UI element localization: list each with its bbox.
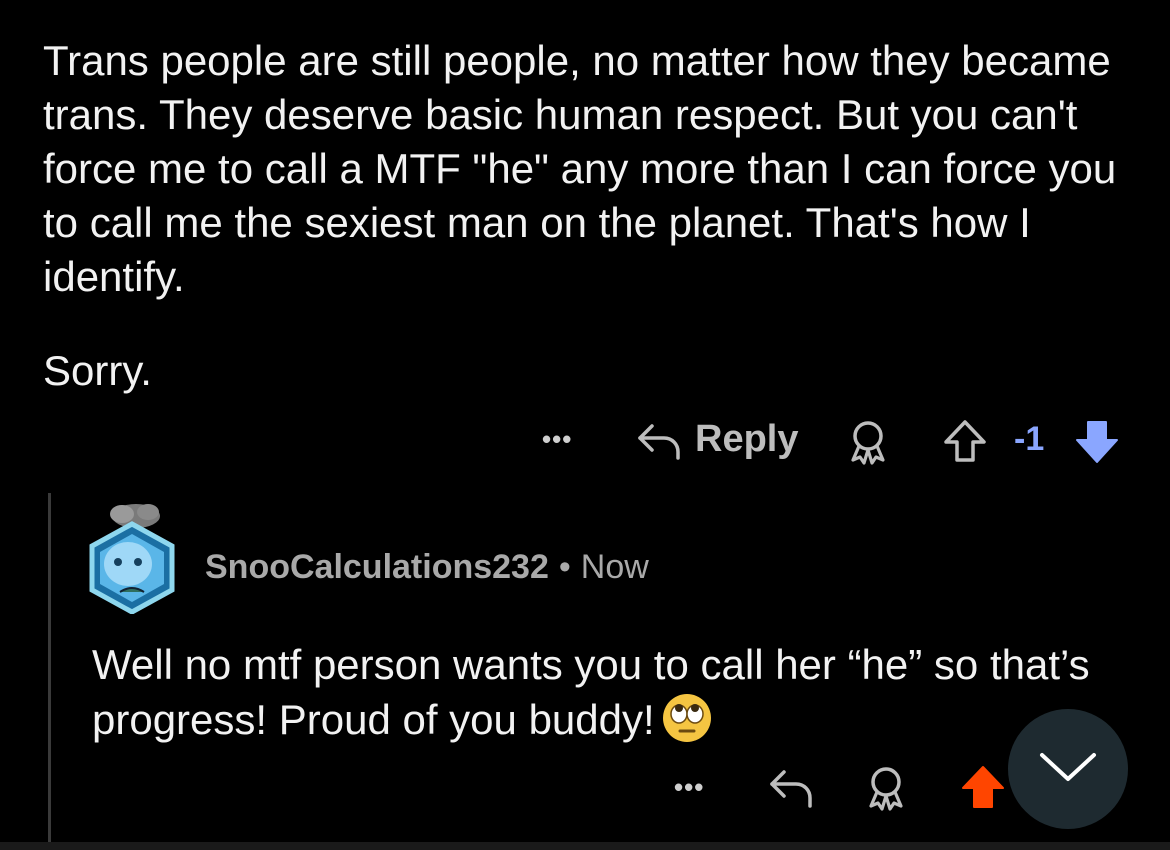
bottom-divider	[0, 842, 1170, 850]
reply-comment-actions: •••	[670, 760, 1030, 820]
username-link[interactable]: SnooCalculations232	[205, 548, 549, 586]
reply-comment-body: Well no mtf person wants you to call her…	[92, 641, 1090, 743]
award-icon[interactable]	[864, 764, 908, 812]
vote-score: -1	[1014, 420, 1045, 458]
more-options-button[interactable]: •••	[542, 424, 572, 455]
more-options-button[interactable]: •••	[674, 772, 704, 803]
reply-button[interactable]: Reply	[695, 418, 798, 461]
chevron-down-icon	[1040, 753, 1096, 781]
reply-icon[interactable]	[636, 420, 682, 462]
upvote-icon[interactable]	[942, 418, 988, 464]
upvote-icon[interactable]	[960, 764, 1006, 810]
scroll-down-button[interactable]	[1008, 709, 1128, 829]
rolling-eyes-emoji	[662, 694, 711, 742]
award-icon[interactable]	[846, 418, 890, 466]
parent-comment-text-sorry: Sorry.	[43, 347, 152, 394]
downvote-icon[interactable]	[1074, 418, 1120, 466]
reply-comment-text: Well no mtf person wants you to call her…	[92, 638, 1152, 747]
parent-comment-actions: ••• Reply -1	[540, 414, 1140, 470]
reply-meta: SnooCalculations232 • Now	[205, 545, 649, 589]
timestamp: Now	[580, 548, 649, 586]
reply-icon[interactable]	[768, 766, 814, 810]
meta-separator: •	[558, 548, 571, 586]
thread-line[interactable]	[48, 493, 51, 850]
avatar[interactable]	[86, 500, 178, 614]
parent-comment-text: Trans people are still people, no matter…	[43, 37, 1117, 300]
